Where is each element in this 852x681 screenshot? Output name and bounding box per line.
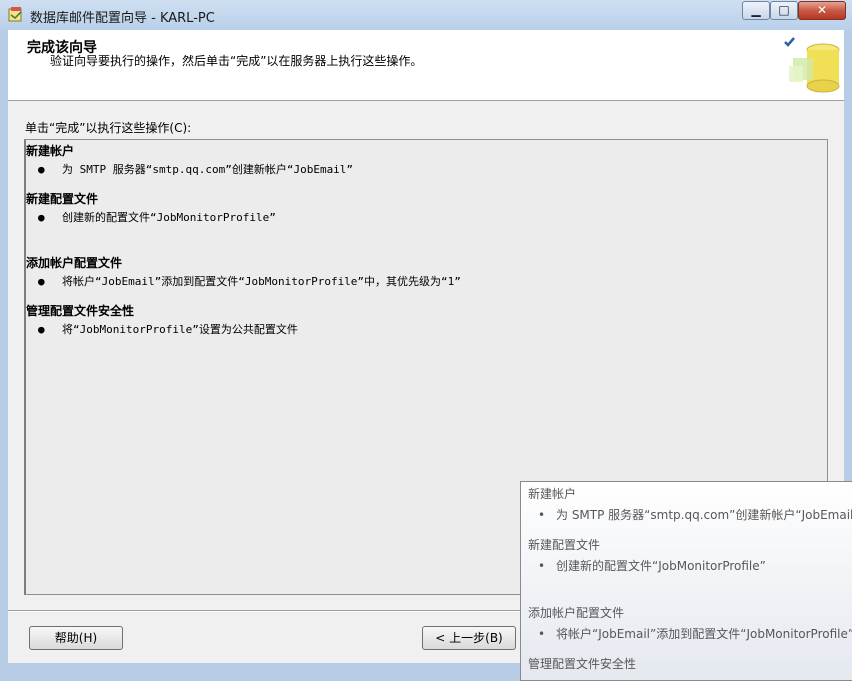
summary-item: ● 将帐户“JobEmail”添加到配置文件“JobMonitorProfile”… — [38, 275, 461, 288]
help-button[interactable]: 帮助(H) — [29, 626, 123, 650]
window-title: 数据库邮件配置向导 - KARL-PC — [30, 11, 215, 26]
back-button[interactable]: < 上一步(B) — [422, 626, 516, 650]
tooltip-heading: 新建帐户 — [528, 487, 577, 501]
bullet-icon: • — [538, 627, 546, 641]
tooltip-group: 新建配置文件 • 创建新的配置文件“JobMonitorProfile” — [528, 536, 766, 574]
summary-heading: 管理配置文件安全性 — [26, 304, 135, 318]
bullet-icon: • — [538, 559, 546, 573]
tooltip-heading: 新建配置文件 — [528, 538, 601, 552]
tooltip-item: • 创建新的配置文件“JobMonitorProfile” — [538, 559, 766, 573]
title-bar: 数据库邮件配置向导 - KARL-PC ▁ □ ✕ — [0, 0, 852, 30]
summary-group: 新建帐户 ● 为 SMTP 服务器“smtp.qq.com”创建新帐户“JobEm… — [26, 142, 353, 177]
summary-instruction: 单击“完成”以执行这些操作(C): — [25, 121, 192, 135]
tooltip-heading: 添加帐户配置文件 — [528, 606, 625, 620]
summary-group: 添加帐户配置文件 ● 将帐户“JobEmail”添加到配置文件“JobMonito… — [26, 254, 461, 289]
wizard-header: 完成该向导 验证向导要执行的操作，然后单击“完成”以在服务器上执行这些操作。 — [8, 30, 844, 101]
tooltip-group: 管理配置文件安全性 — [528, 655, 636, 672]
summary-item: ● 创建新的配置文件“JobMonitorProfile” — [38, 211, 276, 224]
summary-heading: 新建配置文件 — [26, 192, 99, 206]
summary-heading: 添加帐户配置文件 — [26, 256, 123, 270]
tooltip-item: • 为 SMTP 服务器“smtp.qq.com”创建新帐户“JobEmail” — [538, 508, 852, 522]
summary-item: ● 为 SMTP 服务器“smtp.qq.com”创建新帐户“JobEmail” — [38, 163, 354, 176]
close-button[interactable]: ✕ — [798, 1, 846, 20]
summary-heading: 新建帐户 — [26, 144, 75, 158]
bullet-icon: ● — [38, 163, 45, 176]
tooltip-heading: 管理配置文件安全性 — [528, 657, 637, 671]
database-checkmark-icon — [784, 37, 840, 93]
bullet-icon: • — [538, 508, 546, 522]
bullet-icon: ● — [38, 323, 45, 336]
tooltip-item: • 将帐户“JobEmail”添加到配置文件“JobMonitorProfile”… — [538, 627, 852, 641]
summary-group: 新建配置文件 ● 创建新的配置文件“JobMonitorProfile” — [26, 190, 276, 225]
summary-group: 管理配置文件安全性 ● 将“JobMonitorProfile”设置为公共配置文件 — [26, 302, 298, 337]
maximize-button[interactable]: □ — [770, 1, 798, 20]
tooltip-group: 新建帐户 • 为 SMTP 服务器“smtp.qq.com”创建新帐户“JobEm… — [528, 485, 852, 523]
bullet-icon: ● — [38, 211, 45, 224]
bullet-icon: ● — [38, 275, 45, 288]
database-mail-icon — [8, 7, 22, 22]
summary-tooltip: 新建帐户 • 为 SMTP 服务器“smtp.qq.com”创建新帐户“JobEm… — [520, 481, 852, 681]
page-subtitle: 验证向导要执行的操作，然后单击“完成”以在服务器上执行这些操作。 — [50, 54, 423, 68]
summary-item: ● 将“JobMonitorProfile”设置为公共配置文件 — [38, 323, 298, 336]
minimize-button[interactable]: ▁ — [742, 1, 770, 20]
tooltip-group: 添加帐户配置文件 • 将帐户“JobEmail”添加到配置文件“JobMonito… — [528, 604, 852, 642]
